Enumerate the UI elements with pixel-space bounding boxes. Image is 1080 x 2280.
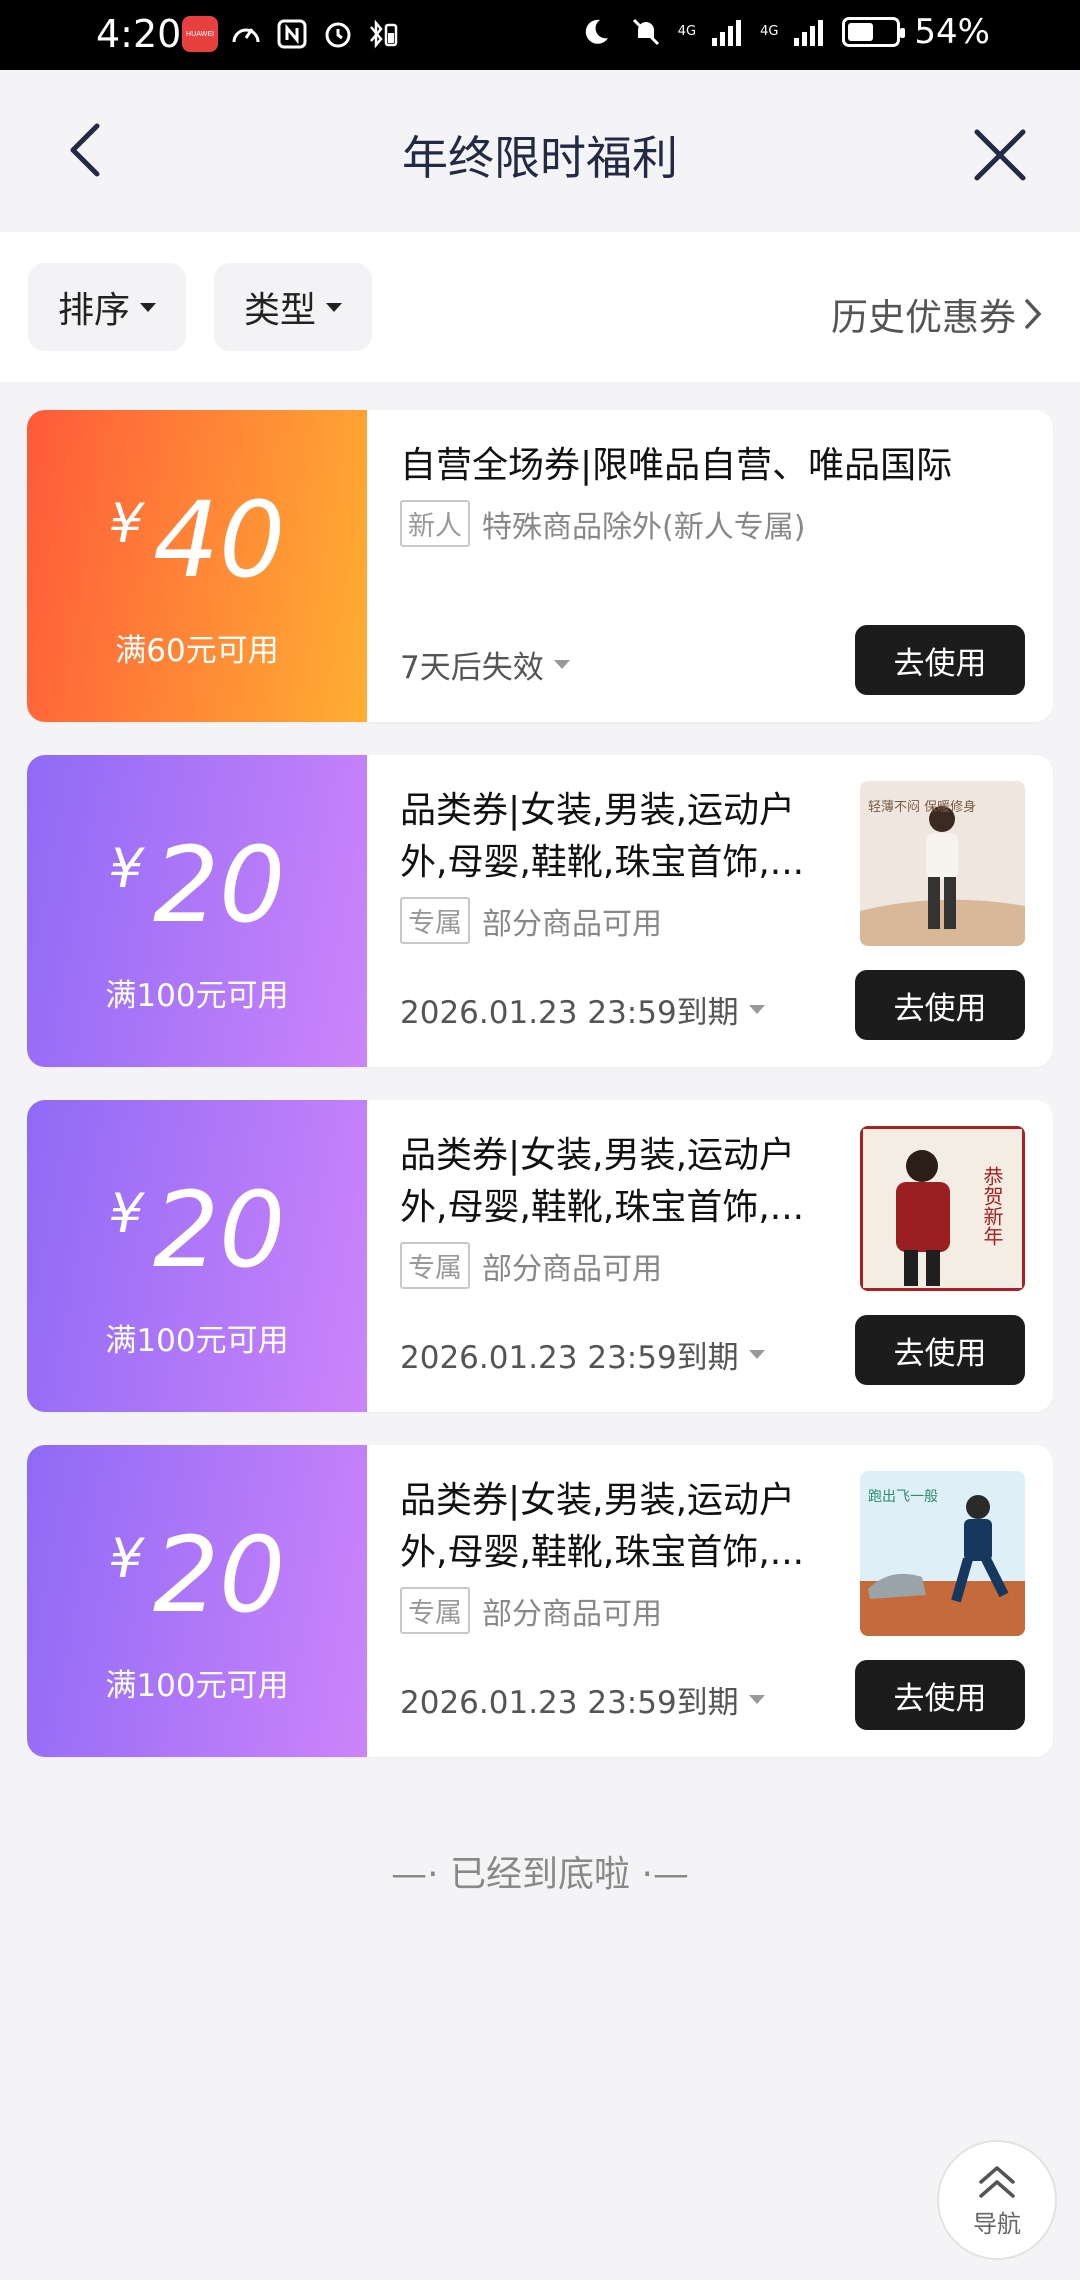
coupon-expiry: 2026.01.23 23:59到期 [400, 1340, 739, 1376]
coupon-tag: 专属 [400, 1242, 470, 1289]
coupon-card: ¥ 20 满100元可用 品类券|女装,男装,运动户外,母婴,鞋靴,珠宝首饰,.… [27, 1445, 1053, 1757]
double-chevron-up-icon [979, 2165, 1015, 2198]
alarm-icon [320, 16, 356, 52]
coupon-card: ¥ 20 满100元可用 品类券|女装,男装,运动户外,母婴,鞋靴,珠宝首饰,.… [27, 1100, 1053, 1412]
coupon-expiry-toggle[interactable]: 7天后失效 [400, 642, 570, 687]
speedometer-icon [228, 16, 264, 52]
network-indicator-2: 4G [760, 24, 779, 39]
coupon-title: 品类券|女装,男装,运动户外,母婴,鞋靴,珠宝首饰,... [400, 1480, 805, 1573]
battery-icon [842, 17, 906, 47]
moon-icon [578, 14, 614, 50]
coupon-expiry: 7天后失效 [400, 650, 544, 686]
mute-bell-icon [628, 14, 664, 50]
perforation-edge [360, 1445, 374, 1757]
perforation-edge [360, 410, 374, 722]
caret-down-icon [748, 1005, 765, 1014]
floating-nav-button[interactable]: 导航 [937, 2140, 1057, 2260]
coupon-condition: 满60元可用 [115, 633, 279, 669]
history-coupons-link[interactable]: 历史优惠券 [831, 287, 1044, 341]
coupon-expiry-toggle[interactable]: 2026.01.23 23:59到期 [400, 1332, 765, 1377]
signal-icon [710, 14, 746, 50]
coupon-condition: 满100元可用 [105, 1323, 289, 1359]
coupon-title: 品类券|女装,男装,运动户外,母婴,鞋靴,珠宝首饰,... [400, 1135, 805, 1228]
currency-symbol: ¥ [108, 492, 143, 555]
caret-down-icon [326, 302, 342, 312]
product-thumbnail[interactable]: 跑出飞一般 [860, 1471, 1025, 1636]
product-thumbnail[interactable]: 轻薄不闷 保暖修身 [860, 781, 1025, 946]
coupon-value-stub: ¥ 20 满100元可用 [27, 1445, 367, 1757]
page-header: 年终限时福利 [0, 70, 1080, 232]
coupon-expiry-toggle[interactable]: 2026.01.23 23:59到期 [400, 987, 765, 1032]
close-icon [974, 129, 1026, 181]
coupon-tag: 新人 [400, 500, 470, 547]
thumbnail-caption: 跑出飞一般 [868, 1489, 938, 1505]
coupon-value-stub: ¥ 20 满100元可用 [27, 1100, 367, 1412]
perforation-edge [360, 755, 374, 1067]
coupon-description: 部分商品可用 [482, 906, 662, 942]
battery-percent: 54% [914, 12, 990, 52]
status-time: 4:20 [96, 12, 182, 56]
status-bar: 4:20 HUAWEI 4G 4G 54% [0, 0, 1080, 70]
caret-down-icon [748, 1695, 765, 1704]
nav-label: 导航 [973, 2209, 1021, 2238]
coupon-card: ¥ 20 满100元可用 品类券|女装,男装,运动户外,母婴,鞋靴,珠宝首饰,.… [27, 755, 1053, 1067]
coupon-condition: 满100元可用 [105, 1668, 289, 1704]
caret-down-icon [748, 1350, 765, 1359]
coupon-amount: 20 [153, 1514, 286, 1636]
caret-down-icon [553, 660, 570, 669]
currency-symbol: ¥ [108, 1182, 143, 1245]
coupon-value-stub: ¥ 40 满60元可用 [27, 410, 367, 722]
use-coupon-button[interactable]: 去使用 [855, 970, 1025, 1040]
coupon-expiry: 2026.01.23 23:59到期 [400, 995, 739, 1031]
coupon-amount: 20 [153, 1169, 286, 1291]
coupon-card: ¥ 40 满60元可用 自营全场券|限唯品自营、唯品国际 新人 特殊商品除外(新… [27, 410, 1053, 722]
coupon-description: 部分商品可用 [482, 1596, 662, 1632]
sort-dropdown[interactable]: 排序 [28, 263, 186, 351]
coupon-description: 部分商品可用 [482, 1251, 662, 1287]
coupon-tag: 专属 [400, 1587, 470, 1634]
close-button[interactable] [960, 115, 1040, 195]
coupon-expiry: 2026.01.23 23:59到期 [400, 1685, 739, 1721]
coupon-value-stub: ¥ 20 满100元可用 [27, 755, 367, 1067]
product-thumbnail[interactable]: 恭贺新年 [860, 1126, 1025, 1291]
type-dropdown[interactable]: 类型 [214, 263, 372, 351]
signal-icon [792, 14, 828, 50]
huawei-app-icon: HUAWEI [182, 16, 218, 52]
currency-symbol: ¥ [108, 1527, 143, 1590]
coupon-amount: 20 [153, 824, 286, 946]
network-indicator-1: 4G [677, 24, 697, 39]
perforation-edge [360, 1100, 374, 1412]
thumbnail-caption: 恭贺新年 [980, 1166, 1004, 1246]
type-label: 类型 [243, 290, 316, 331]
coupon-tag: 专属 [400, 897, 470, 944]
coupon-amount: 40 [153, 479, 286, 601]
coupon-expiry-toggle[interactable]: 2026.01.23 23:59到期 [400, 1677, 765, 1722]
nfc-icon [274, 16, 310, 52]
sort-label: 排序 [57, 290, 130, 331]
bluetooth-battery-icon [366, 16, 402, 52]
coupon-title: 品类券|女装,男装,运动户外,母婴,鞋靴,珠宝首饰,... [400, 790, 805, 883]
coupon-title: 自营全场券|限唯品自营、唯品国际 [400, 445, 953, 486]
filter-bar: 排序 类型 历史优惠券 [0, 232, 1080, 382]
chevron-right-icon [1025, 299, 1042, 329]
history-label: 历史优惠券 [831, 296, 1016, 339]
battery-fill [848, 23, 874, 41]
currency-symbol: ¥ [108, 837, 143, 900]
use-coupon-button[interactable]: 去使用 [855, 1660, 1025, 1730]
caret-down-icon [140, 302, 156, 312]
coupon-description: 特殊商品除外(新人专属) [482, 509, 806, 545]
page-title: 年终限时福利 [402, 131, 678, 185]
use-coupon-button[interactable]: 去使用 [855, 625, 1025, 695]
thumbnail-caption: 轻薄不闷 保暖修身 [868, 799, 976, 815]
use-coupon-button[interactable]: 去使用 [855, 1315, 1025, 1385]
coupon-condition: 满100元可用 [105, 978, 289, 1014]
end-of-list-text: —· 已经到底啦 ·— [391, 1854, 689, 1895]
